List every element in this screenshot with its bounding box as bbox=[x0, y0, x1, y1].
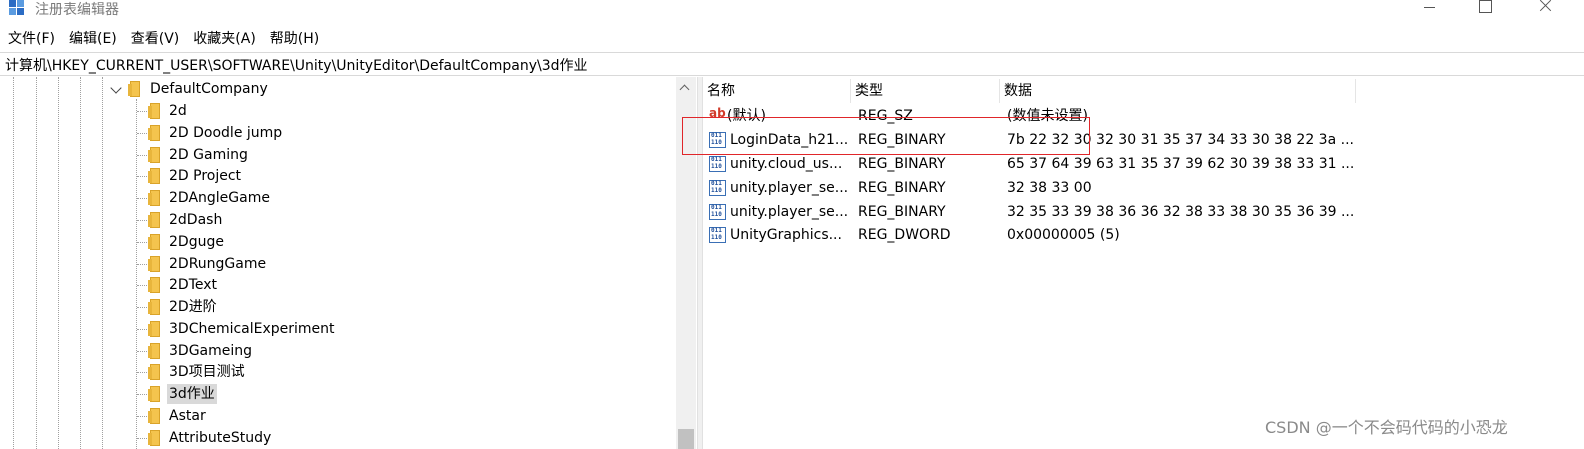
folder-icon bbox=[148, 212, 162, 228]
tree-guide-line bbox=[80, 77, 81, 449]
close-button[interactable] bbox=[1524, 0, 1564, 16]
column-data[interactable]: 数据 bbox=[1000, 79, 1356, 103]
tree-guide-line bbox=[36, 77, 37, 449]
folder-icon bbox=[148, 256, 162, 272]
folder-icon bbox=[148, 430, 162, 446]
tree-guide-line bbox=[102, 77, 103, 449]
scroll-up-arrow-icon[interactable] bbox=[679, 84, 690, 95]
annotation-highlight-box bbox=[682, 117, 1090, 155]
address-bar[interactable]: 计算机\HKEY_CURRENT_USER\SOFTWARE\Unity\Uni… bbox=[0, 52, 1584, 76]
column-type[interactable]: 类型 bbox=[851, 79, 1000, 103]
tree-guide-line bbox=[13, 77, 14, 449]
window-title: 注册表编辑器 bbox=[35, 2, 119, 18]
value-row[interactable]: unity.player_se... REG_BINARY 32 38 33 0… bbox=[703, 176, 1584, 200]
tree-guide-line bbox=[136, 99, 137, 449]
maximize-button[interactable] bbox=[1465, 0, 1505, 16]
value-row[interactable]: unity.player_se... REG_BINARY 32 35 33 3… bbox=[703, 200, 1584, 224]
folder-icon bbox=[128, 81, 142, 97]
value-row[interactable]: unity.cloud_us... REG_BINARY 65 37 64 39… bbox=[703, 152, 1584, 176]
folder-icon bbox=[148, 125, 162, 141]
list-header: 名称 类型 数据 bbox=[703, 79, 1584, 103]
folder-icon bbox=[148, 147, 162, 163]
tree-guide-line bbox=[58, 77, 59, 449]
menu-favorites[interactable]: 收藏夹(A) bbox=[186, 28, 263, 50]
watermark: CSDN @一个不会码代码的小恐龙 bbox=[1265, 418, 1508, 437]
address-path[interactable]: 计算机\HKEY_CURRENT_USER\SOFTWARE\Unity\Uni… bbox=[5, 55, 588, 75]
folder-icon bbox=[148, 343, 162, 359]
folder-icon bbox=[148, 321, 162, 337]
menu-edit[interactable]: 编辑(E) bbox=[62, 28, 124, 50]
folder-icon bbox=[148, 386, 162, 402]
chevron-down-icon[interactable] bbox=[110, 82, 122, 94]
folder-icon bbox=[148, 103, 162, 119]
menu-bar: 文件(F) 编辑(E) 查看(V) 收藏夹(A) 帮助(H) bbox=[0, 28, 326, 50]
folder-icon bbox=[148, 364, 162, 380]
folder-icon bbox=[148, 190, 162, 206]
value-row[interactable]: UnityGraphics... REG_DWORD 0x00000005 (5… bbox=[703, 223, 1584, 247]
folder-icon bbox=[148, 234, 162, 250]
dword-value-icon bbox=[709, 227, 726, 243]
binary-value-icon bbox=[709, 156, 726, 172]
minimize-button[interactable] bbox=[1410, 0, 1450, 16]
menu-help[interactable]: 帮助(H) bbox=[263, 28, 326, 50]
binary-value-icon bbox=[709, 204, 726, 220]
key-tree: DefaultCompany 2d 2D Doodle jump 2D Gami… bbox=[0, 77, 696, 449]
folder-icon bbox=[148, 299, 162, 315]
menu-file[interactable]: 文件(F) bbox=[0, 28, 62, 50]
folder-icon bbox=[148, 277, 162, 293]
menu-view[interactable]: 查看(V) bbox=[124, 28, 187, 50]
folder-icon bbox=[148, 408, 162, 424]
column-name[interactable]: 名称 bbox=[703, 79, 851, 103]
folder-icon bbox=[148, 168, 162, 184]
title-bar: 注册表编辑器 bbox=[0, 0, 1584, 24]
scrollbar-thumb[interactable] bbox=[678, 429, 694, 449]
registry-editor-icon bbox=[9, 0, 24, 15]
binary-value-icon bbox=[709, 180, 726, 196]
